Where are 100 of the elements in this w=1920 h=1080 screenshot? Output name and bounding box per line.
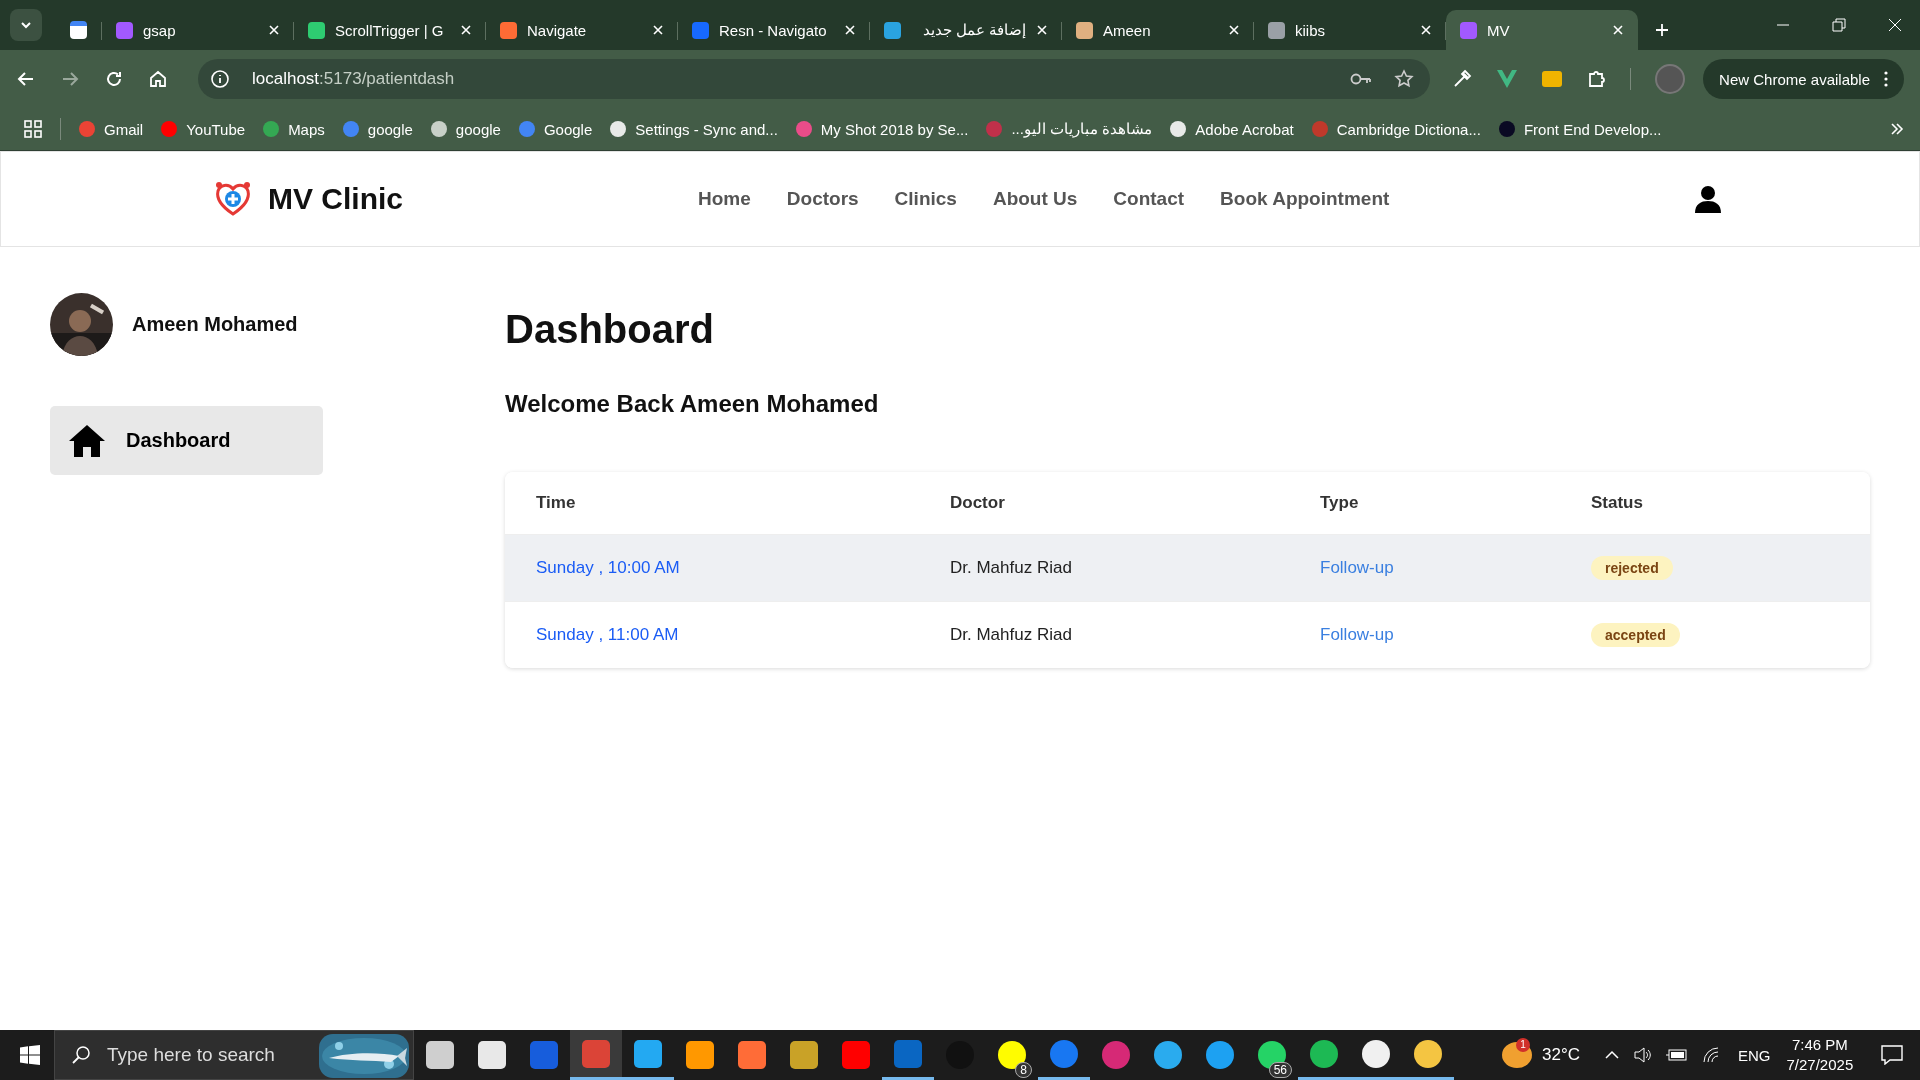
app-icon (1206, 1041, 1234, 1069)
bookmark[interactable]: YouTube (161, 120, 246, 138)
bookmark[interactable]: Maps (263, 120, 325, 138)
home-icon[interactable] (148, 69, 168, 89)
app-icon (1310, 1039, 1338, 1068)
sidebar-item[interactable]: Dashboard (50, 406, 323, 475)
nav-link[interactable]: Contact (1113, 188, 1185, 210)
user-name: Ameen Mohamed (132, 313, 298, 336)
browser-tab[interactable]: ScrollTrigger | G (294, 10, 486, 50)
search-icon (71, 1045, 91, 1065)
site-icon (884, 21, 901, 39)
search-box[interactable]: Type here to search (54, 1030, 414, 1080)
close-icon[interactable] (1888, 18, 1902, 32)
temperature: 32°C (1542, 1045, 1580, 1065)
welcome-heading: Welcome Back Ameen Mohamed (505, 390, 880, 418)
app-icon (1414, 1039, 1442, 1068)
close-icon[interactable] (1228, 24, 1240, 36)
column-header: Doctor (950, 493, 1006, 513)
nav-link[interactable]: Book Appointment (1220, 188, 1390, 210)
site-icon (1076, 21, 1093, 39)
close-icon[interactable] (1420, 24, 1432, 36)
app-icon (1050, 1039, 1078, 1068)
update-button[interactable]: New Chrome available (1703, 59, 1904, 99)
user-icon[interactable] (1695, 185, 1721, 213)
more-icon[interactable] (1884, 71, 1888, 87)
bookmark[interactable]: Adobe Acrobat (1170, 120, 1294, 138)
site-icon (116, 21, 133, 39)
bookmark[interactable]: Front End Develop... (1498, 120, 1662, 138)
extension-icon[interactable] (1542, 71, 1563, 87)
app-icon (738, 1041, 766, 1069)
site-icon (308, 21, 325, 39)
browser-tab[interactable]: kiibs (1254, 10, 1446, 50)
nav-link[interactable]: Doctors (786, 188, 859, 210)
taskbar-app[interactable]: 8 (986, 1030, 1038, 1080)
bookmark[interactable]: Google (518, 120, 593, 138)
vue-logo-icon[interactable] (1496, 69, 1519, 89)
browser-tab[interactable]: gsap (102, 10, 294, 50)
eyedropper-icon[interactable] (1452, 69, 1473, 89)
puzzle-icon[interactable] (1586, 69, 1607, 89)
restore-icon[interactable] (1832, 18, 1846, 32)
table-cell-text: Follow-up (1320, 558, 1395, 578)
bookmark[interactable]: مشاهدة مباريات اليو... (986, 120, 1153, 138)
wifi-icon[interactable] (1702, 1047, 1720, 1063)
speaker-icon[interactable] (1634, 1047, 1652, 1063)
address-bar[interactable]: localhost:5173/patientdash (198, 59, 1431, 99)
taskbar-app[interactable]: 56 (1246, 1030, 1298, 1080)
clock[interactable]: 7:46 PM 7/27/2025 (1786, 1035, 1854, 1075)
new-tab-icon[interactable] (1654, 22, 1670, 38)
notifications-icon[interactable] (1881, 1045, 1904, 1065)
search-field[interactable]: Type here to search (105, 1043, 319, 1067)
apps-icon[interactable] (24, 120, 42, 138)
app-icon (686, 1041, 714, 1069)
table-row[interactable]: Sunday , 11:00 AM Dr. Mahfuz Riad Follow-up accepted (505, 601, 1870, 668)
table-row[interactable]: Sunday , 10:00 AM Dr. Mahfuz Riad Follow-up rejected (505, 534, 1870, 601)
site-icon (1268, 21, 1285, 39)
start-icon[interactable] (20, 1045, 40, 1065)
status-badge: rejected (1591, 556, 1673, 580)
bookmark[interactable]: google (430, 120, 501, 138)
nav-link[interactable]: About Us (992, 188, 1078, 210)
nav-link[interactable]: Clinics (894, 188, 957, 210)
app-icon (634, 1039, 662, 1068)
table-cell-text: Sunday , 11:00 AM (536, 625, 680, 645)
close-icon[interactable] (268, 24, 280, 36)
table-cell-text: Dr. Mahfuz Riad (950, 625, 1073, 645)
count-badge: 1 (1516, 1038, 1530, 1052)
browser-tab[interactable]: MV (1446, 10, 1638, 50)
browser-tab[interactable]: Ameen (1062, 10, 1254, 50)
close-icon[interactable] (844, 24, 856, 36)
reload-icon[interactable] (104, 69, 124, 89)
bookmark[interactable]: google (342, 120, 413, 138)
app-icon (1102, 1041, 1130, 1069)
column-header: Status (1591, 493, 1644, 513)
key-icon[interactable] (1350, 72, 1373, 86)
tab-list-button[interactable] (10, 9, 42, 41)
bookmark[interactable]: My Shot 2018 by Se... (795, 120, 969, 138)
app-icon (790, 1041, 818, 1069)
chevrons-icon[interactable] (1890, 122, 1904, 136)
nav-link[interactable]: Home (698, 188, 751, 210)
page-title: Dashboard (505, 307, 715, 352)
table-cell-text: Dr. Mahfuz Riad (950, 558, 1073, 578)
bookmark[interactable]: Settings - Sync and... (610, 120, 778, 138)
star-icon[interactable] (1394, 69, 1415, 89)
close-icon[interactable] (652, 24, 664, 36)
site-icon (1460, 21, 1477, 39)
browser-tab[interactable]: إضافة عمل جديد (870, 10, 1062, 50)
battery-icon[interactable] (1666, 1048, 1688, 1062)
info-icon[interactable] (210, 69, 230, 89)
table-cell-text: Sunday , 10:00 AM (536, 558, 681, 578)
app-icon (894, 1039, 922, 1068)
browser-tab[interactable]: Navigate (486, 10, 678, 50)
close-icon[interactable] (460, 24, 472, 36)
count-badge: 8 (1015, 1062, 1032, 1078)
browser-tab[interactable]: Resn - Navigato (678, 10, 870, 50)
count-badge: 56 (1268, 1062, 1292, 1078)
language-indicator[interactable]: ENG (1738, 1046, 1771, 1064)
bookmark[interactable]: Cambridge Dictiona... (1311, 120, 1481, 138)
close-icon[interactable] (1612, 24, 1624, 36)
home-icon (68, 423, 106, 458)
bookmark[interactable]: Gmail (79, 120, 144, 138)
close-icon[interactable] (1036, 24, 1048, 36)
